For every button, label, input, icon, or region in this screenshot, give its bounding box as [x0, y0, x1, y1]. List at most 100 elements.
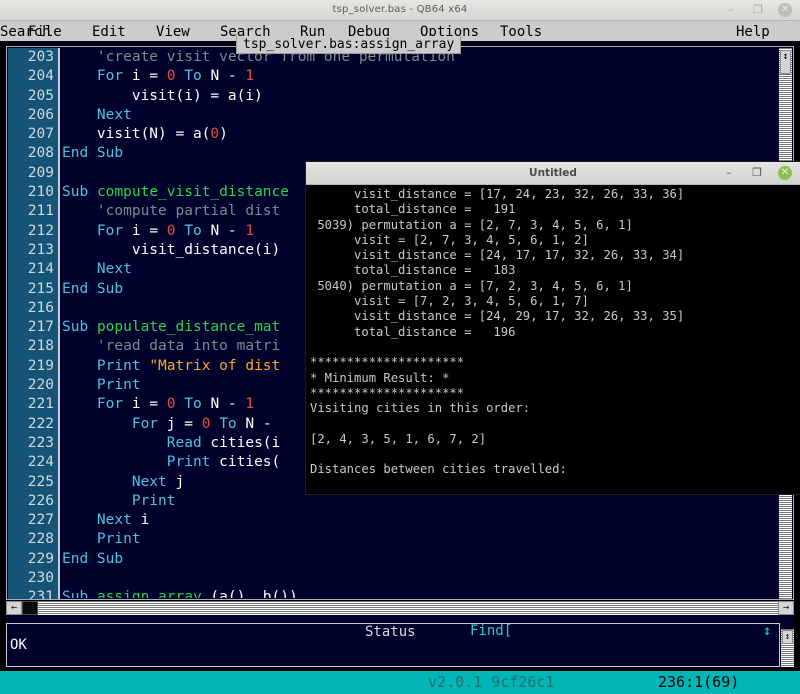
code-token: End Sub: [62, 280, 124, 297]
code-line[interactable]: End Sub: [62, 550, 792, 569]
code-token: cities(i: [201, 434, 281, 451]
editor-horizontal-scrollbar-thumb[interactable]: [22, 601, 38, 615]
code-token: Next: [131, 473, 167, 490]
window-title: tsp_solver.bas - QB64 x64: [332, 4, 468, 15]
code-line[interactable]: Print: [62, 492, 792, 511]
code-token: 1: [245, 396, 255, 413]
console-minimize-icon[interactable]: –: [722, 166, 736, 180]
menu-item-search[interactable]: Search: [0, 23, 51, 41]
code-token: compute_visit_distance: [96, 184, 289, 201]
console-output: visit_distance = [17, 24, 23, 32, 26, 33…: [306, 185, 800, 494]
code-line[interactable]: For i = 0 To N - 1: [62, 67, 792, 86]
code-token: populate_distance_mat: [96, 319, 281, 336]
code-token: =: [149, 68, 159, 85]
menu-item-edit[interactable]: Edit: [92, 23, 126, 41]
find-vertical-scrollbar-thumb[interactable]: ↕: [782, 630, 793, 644]
console-close-icon[interactable]: ✕: [778, 166, 792, 180]
current-sub-tab[interactable]: tsp_solver.bas:assign_array: [236, 36, 462, 54]
code-line[interactable]: Next: [62, 106, 792, 125]
code-token: To: [184, 68, 202, 85]
code-token: j: [166, 473, 185, 490]
editor-horizontal-scrollbar[interactable]: ← →: [6, 601, 794, 615]
code-line[interactable]: Sub assign_array (a(), b()): [62, 588, 792, 598]
minimize-icon[interactable]: –: [724, 3, 738, 17]
line-number: 216: [27, 299, 54, 316]
console-output-line: visit_distance = [24, 29, 17, 32, 26, 33…: [310, 309, 685, 324]
console-output-line: 5040) permutation a = [7, 2, 3, 4, 5, 6,…: [310, 278, 633, 293]
code-token: Print: [96, 377, 141, 394]
code-token: 0: [166, 222, 176, 239]
cursor-position-label: 236:1(69): [658, 673, 740, 691]
code-line[interactable]: Next i: [62, 511, 792, 530]
console-output-line: 5039) permutation a = [2, 7, 3, 4, 5, 6,…: [310, 217, 633, 232]
find-panel[interactable]: [466, 623, 780, 667]
menu-item-tools[interactable]: Tools: [500, 23, 542, 41]
console-maximize-icon[interactable]: ❐: [750, 166, 764, 180]
code-token: =: [149, 222, 159, 239]
scroll-right-icon[interactable]: →: [778, 601, 794, 615]
bottom-panel: Status OK Find[ ↕ ↕: [6, 615, 794, 667]
status-panel-label: Status: [359, 625, 422, 640]
scroll-left-icon[interactable]: ←: [6, 601, 22, 615]
console-output-line: visit_distance = [17, 24, 23, 32, 26, 33…: [310, 187, 685, 201]
line-number-gutter: 203 204 205 206 207 208 209 210 211 212 213 214 215 2…: [8, 48, 60, 600]
code-token: 0: [210, 126, 220, 143]
program-output-window[interactable]: Untitled – ❐ ✕ visit_distance = [17, 24,…: [306, 162, 800, 494]
code-token: (a(), b()): [201, 589, 298, 598]
line-number: 220: [27, 377, 54, 394]
code-token: i: [131, 512, 150, 529]
console-titlebar: Untitled – ❐ ✕: [306, 162, 800, 185]
line-number: 223: [27, 434, 54, 451]
code-token: i: [123, 222, 150, 239]
code-token: Next: [96, 261, 132, 278]
code-token: N -: [201, 68, 246, 85]
find-input[interactable]: Find[: [470, 624, 512, 639]
maximize-icon[interactable]: ❐: [751, 3, 765, 17]
code-line[interactable]: [62, 569, 792, 588]
code-line[interactable]: Print: [62, 530, 792, 549]
code-line[interactable]: visit(N) = a(0): [62, 125, 792, 144]
console-window-controls: – ❐ ✕: [722, 166, 792, 180]
code-token: visit_distance(i): [62, 241, 281, 258]
line-number: 221: [27, 396, 54, 413]
code-token: assign_array: [96, 589, 202, 598]
line-number: 206: [27, 106, 54, 123]
console-output-line: [2, 4, 3, 5, 1, 6, 7, 2]: [310, 431, 487, 446]
editor-vertical-scrollbar-thumb[interactable]: ↕: [780, 50, 791, 74]
code-token: 0: [166, 396, 176, 413]
code-token: visit(N) = a(: [62, 126, 211, 143]
menu-item-help[interactable]: Help: [736, 23, 770, 41]
menu-item-view[interactable]: View: [156, 23, 190, 41]
code-token: N -: [236, 415, 272, 432]
line-number: 213: [27, 241, 54, 258]
line-number: 204: [27, 68, 54, 85]
code-token: =: [149, 396, 159, 413]
line-number: 231: [27, 589, 54, 600]
find-vertical-scrollbar[interactable]: ↕: [781, 629, 794, 667]
code-token: Sub: [62, 184, 89, 201]
console-output-line: total_distance = 183: [310, 263, 516, 278]
qb64-ide-window: tsp_solver.bas - QB64 x64 – ❐ ✕ File Edi…: [0, 0, 800, 694]
code-token: Print: [96, 357, 141, 374]
close-icon[interactable]: ✕: [778, 3, 792, 17]
code-line[interactable]: visit(i) = a(i): [62, 87, 792, 106]
code-line[interactable]: End Sub: [62, 144, 792, 163]
